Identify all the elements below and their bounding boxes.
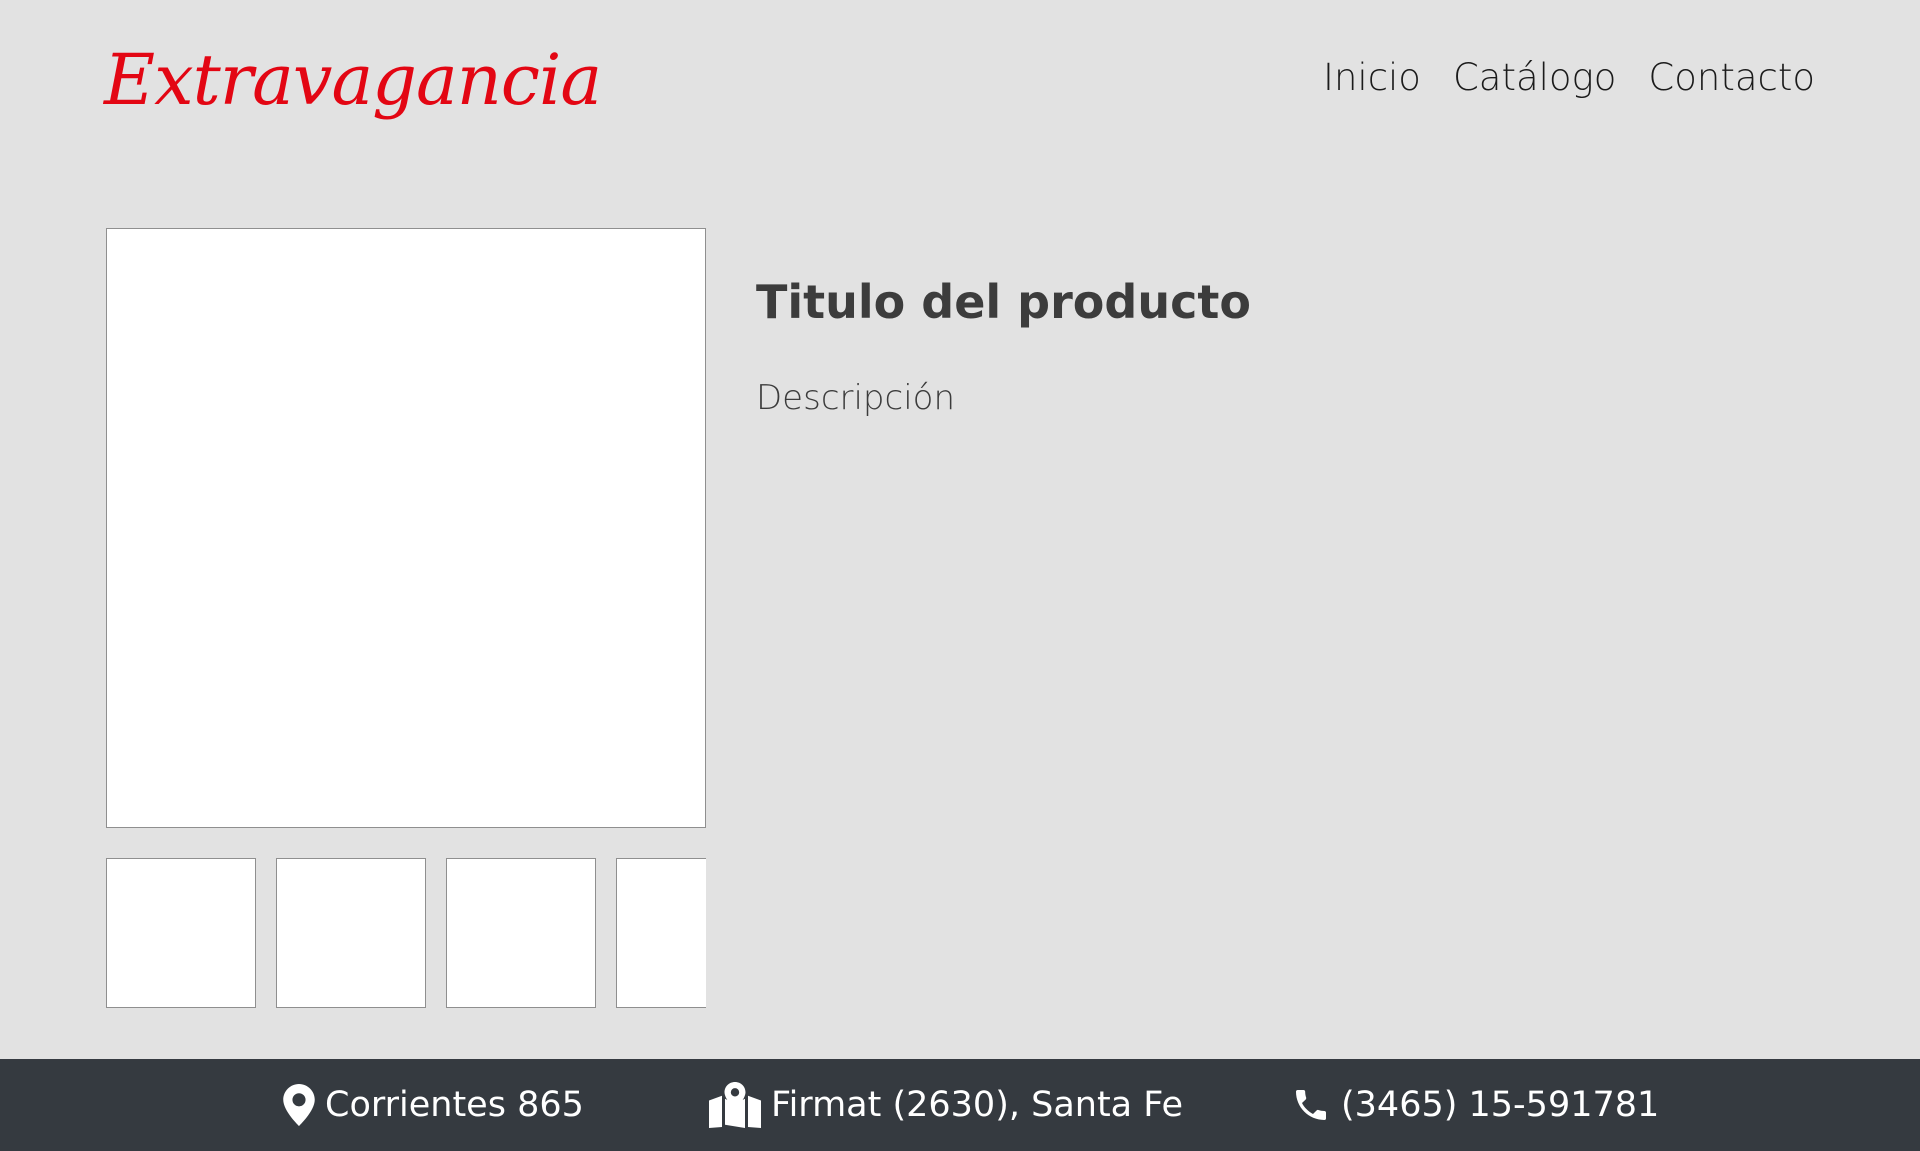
footer-city: Firmat (2630), Santa Fe — [709, 1059, 1183, 1151]
product-thumbnail[interactable] — [616, 858, 706, 1008]
footer-phone: (3465) 15-591781 — [1291, 1059, 1659, 1151]
product-description: Descripción — [756, 378, 956, 418]
thumbnail-strip[interactable] — [106, 858, 706, 1010]
map-marker-icon — [283, 1084, 315, 1126]
product-thumbnail[interactable] — [106, 858, 256, 1008]
product-title: Titulo del producto — [756, 275, 1251, 329]
product-thumbnail[interactable] — [446, 858, 596, 1008]
footer-phone-text[interactable]: (3465) 15-591781 — [1341, 1085, 1659, 1125]
footer-city-text: Firmat (2630), Santa Fe — [771, 1085, 1184, 1125]
brand-logo[interactable]: Extravagancia — [104, 30, 602, 130]
phone-icon — [1291, 1085, 1331, 1125]
product-thumbnail[interactable] — [276, 858, 426, 1008]
main-nav: Inicio Catálogo Contacto — [1323, 54, 1815, 102]
nav-item-catalogo[interactable]: Catálogo — [1453, 54, 1616, 102]
footer-address-text: Corrientes 865 — [325, 1085, 584, 1125]
nav-item-inicio[interactable]: Inicio — [1323, 54, 1421, 102]
nav-item-contacto[interactable]: Contacto — [1648, 54, 1815, 102]
site-footer: Corrientes 865 Firmat (2630), Santa Fe (… — [0, 1059, 1920, 1151]
footer-address: Corrientes 865 — [283, 1059, 584, 1151]
map-icon — [709, 1082, 761, 1128]
product-main-image[interactable] — [106, 228, 706, 828]
site-header: Extravagancia Inicio Catálogo Contacto — [0, 0, 1920, 160]
